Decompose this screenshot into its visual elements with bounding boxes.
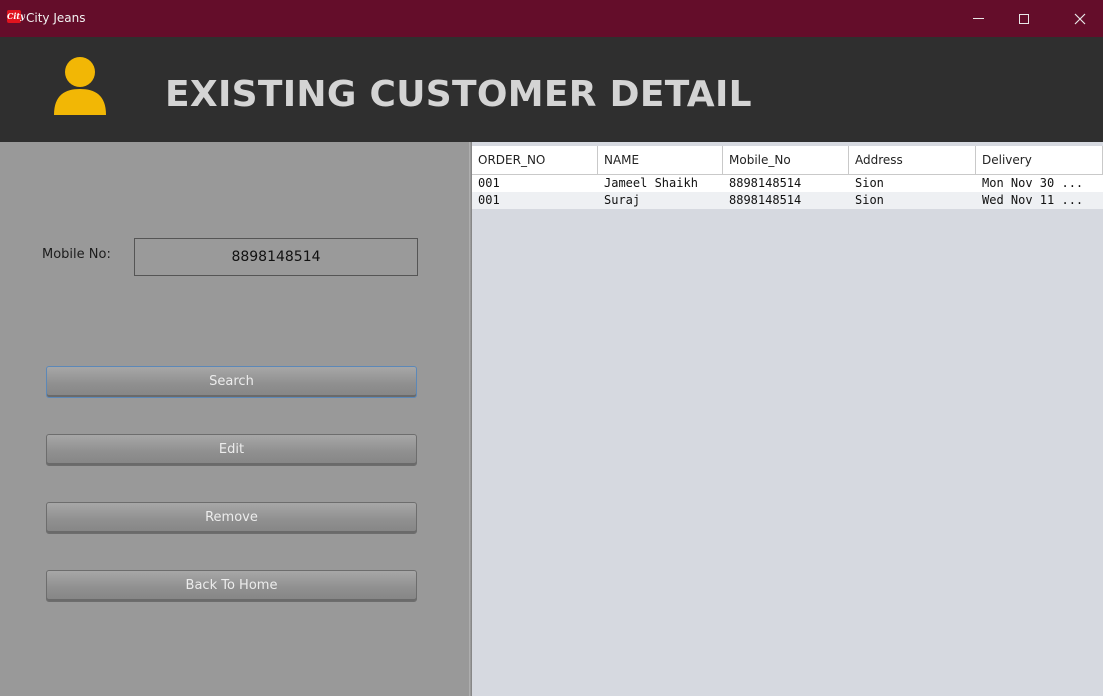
column-header-address[interactable]: Address bbox=[849, 146, 976, 174]
minimize-icon bbox=[972, 18, 984, 19]
back-to-home-button[interactable]: Back To Home bbox=[46, 570, 417, 602]
cell-delivery: Wed Nov 11 ... bbox=[982, 193, 1084, 207]
cell-mobile-no: 8898148514 bbox=[729, 193, 802, 207]
window-title: City Jeans bbox=[26, 11, 86, 25]
close-button[interactable] bbox=[1057, 0, 1103, 37]
cell-order-no: 001 bbox=[478, 193, 500, 207]
minimize-button[interactable] bbox=[955, 0, 1001, 37]
mobile-label: Mobile No: bbox=[42, 247, 111, 262]
mobile-input[interactable]: 8898148514 bbox=[134, 238, 418, 276]
close-icon bbox=[1074, 13, 1086, 24]
maximize-button[interactable] bbox=[1001, 0, 1047, 37]
cell-mobile-no: 8898148514 bbox=[729, 176, 802, 190]
column-header-delivery[interactable]: Delivery bbox=[976, 146, 1103, 174]
title-bar: City City Jeans bbox=[0, 0, 1103, 37]
table-body: 001 Jameel Shaikh 8898148514 Sion Mon No… bbox=[472, 175, 1103, 209]
table-row[interactable]: 001 Suraj 8898148514 Sion Wed Nov 11 ... bbox=[472, 192, 1103, 209]
cell-address: Sion bbox=[855, 176, 884, 190]
remove-button[interactable]: Remove bbox=[46, 502, 417, 534]
page-title: EXISTING CUSTOMER DETAIL bbox=[165, 74, 752, 115]
app-logo-icon: City bbox=[7, 10, 25, 23]
customer-table: ORDER_NO NAME Mobile_No Address Delivery… bbox=[472, 142, 1103, 696]
column-header-name[interactable]: NAME bbox=[598, 146, 723, 174]
maximize-icon bbox=[1019, 13, 1029, 24]
cell-name: Jameel Shaikh bbox=[604, 176, 698, 190]
cell-address: Sion bbox=[855, 193, 884, 207]
table-row[interactable]: 001 Jameel Shaikh 8898148514 Sion Mon No… bbox=[472, 175, 1103, 192]
left-panel: Mobile No: 8898148514 Search Edit Remove… bbox=[0, 142, 469, 696]
page-header: EXISTING CUSTOMER DETAIL bbox=[0, 37, 1103, 142]
column-header-mobile-no[interactable]: Mobile_No bbox=[723, 146, 849, 174]
edit-button[interactable]: Edit bbox=[46, 434, 417, 466]
cell-order-no: 001 bbox=[478, 176, 500, 190]
column-header-order-no[interactable]: ORDER_NO bbox=[472, 146, 598, 174]
search-button[interactable]: Search bbox=[46, 366, 417, 398]
user-icon bbox=[54, 57, 106, 115]
table-header: ORDER_NO NAME Mobile_No Address Delivery bbox=[472, 146, 1103, 175]
cell-name: Suraj bbox=[604, 193, 641, 207]
cell-delivery: Mon Nov 30 ... bbox=[982, 176, 1084, 190]
